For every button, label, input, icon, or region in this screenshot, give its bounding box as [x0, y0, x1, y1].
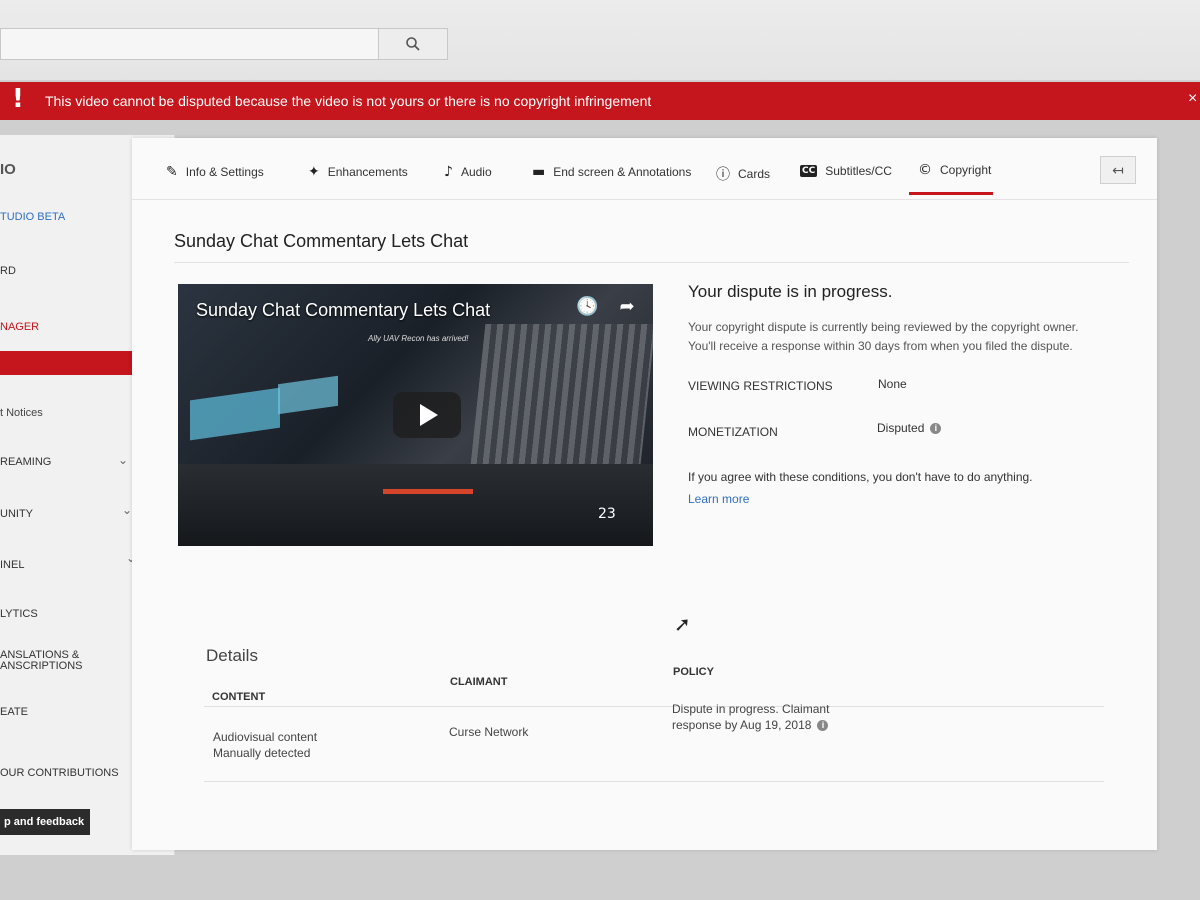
- play-icon: [420, 404, 438, 426]
- dispute-description: Your copyright dispute is currently bein…: [688, 320, 1079, 353]
- top-bar: [0, 0, 1200, 80]
- tab-label: End screen & Annotations: [553, 165, 692, 179]
- close-icon[interactable]: ×: [1188, 90, 1197, 108]
- details-heading: Details: [206, 646, 258, 665]
- main-panel: ✎ Info & Settings ✦ Enhancements ♪ Audio…: [132, 138, 1157, 850]
- tab-cards[interactable]: ⓘ Cards: [716, 164, 770, 184]
- content-type: Audiovisual content: [213, 730, 318, 744]
- table-cell-content: Audiovisual content Manually detected: [213, 729, 317, 761]
- player-actions: 🕓 ➦: [576, 296, 638, 318]
- monetization-text: Disputed: [877, 421, 925, 435]
- policy-line: response by Aug 19, 2018 i: [672, 717, 829, 733]
- search-input[interactable]: [0, 28, 380, 60]
- tab-subtitles[interactable]: CC Subtitles/CC: [800, 164, 892, 178]
- agree-text: If you agree with these conditions, you …: [688, 470, 1033, 484]
- column-header-claimant: CLAIMANT: [450, 676, 508, 688]
- player-overlay-text: Ally UAV Recon has arrived!: [368, 334, 469, 343]
- policy-line: Dispute in progress. Claimant: [672, 702, 830, 716]
- tab-audio[interactable]: ♪ Audio: [444, 164, 492, 180]
- end-screen-icon: ▬: [532, 164, 546, 180]
- help-feedback-button[interactable]: p and feedback: [0, 809, 90, 835]
- viewing-restrictions-text: None: [878, 377, 907, 391]
- learn-more-link[interactable]: Learn more: [688, 492, 749, 506]
- table-cell-claimant: Curse Network: [449, 725, 529, 739]
- dispute-heading: Your dispute is in progress.: [688, 282, 893, 301]
- column-header-policy: POLICY: [673, 666, 714, 678]
- divider: [204, 706, 1104, 707]
- video-frame-detail: [470, 324, 653, 464]
- video-frame-detail: [383, 489, 473, 494]
- video-frame-detail: [190, 387, 280, 441]
- video-player[interactable]: Sunday Chat Commentary Lets Chat Ally UA…: [178, 284, 653, 546]
- table-cell-policy: Dispute in progress. Claimant response b…: [672, 701, 829, 733]
- player-title[interactable]: Sunday Chat Commentary Lets Chat: [196, 300, 490, 321]
- policy-date: response by Aug 19, 2018: [672, 718, 812, 732]
- alert-icon: !: [12, 84, 24, 114]
- music-note-icon: ♪: [444, 164, 453, 180]
- play-button[interactable]: [393, 392, 461, 438]
- pencil-icon: ✎: [166, 164, 178, 180]
- hud-counter: 23: [598, 506, 616, 522]
- divider: [174, 262, 1129, 263]
- cc-icon: CC: [800, 165, 818, 177]
- tab-label: Audio: [460, 165, 492, 179]
- share-icon[interactable]: ➦: [616, 296, 638, 318]
- video-frame-detail: [278, 375, 338, 415]
- viewing-restrictions-label: VIEWING RESTRICTIONS: [688, 379, 833, 393]
- chevron-down-icon[interactable]: ⌄: [122, 503, 132, 517]
- viewing-restrictions-value: None: [878, 377, 907, 391]
- back-arrow-icon: ↤: [1112, 161, 1124, 178]
- column-header-content: CONTENT: [212, 691, 266, 703]
- back-button[interactable]: ↤: [1100, 156, 1136, 184]
- info-icon[interactable]: i: [817, 719, 829, 731]
- content-detection: Manually detected: [213, 746, 311, 760]
- tab-copyright[interactable]: © Copyright: [918, 162, 991, 178]
- tab-bar: ✎ Info & Settings ✦ Enhancements ♪ Audio…: [132, 138, 1157, 200]
- clock-icon[interactable]: 🕓: [576, 296, 598, 318]
- page-title: Sunday Chat Commentary Lets Chat: [174, 231, 469, 251]
- mouse-cursor-icon: ➚: [674, 612, 691, 636]
- magic-wand-icon: ✦: [308, 164, 320, 180]
- sidebar-item-active[interactable]: [0, 351, 140, 375]
- tab-label: Copyright: [940, 163, 992, 177]
- active-tab-indicator: [909, 192, 993, 195]
- copyright-icon: ©: [918, 162, 932, 178]
- banner-message: This video cannot be disputed because th…: [45, 93, 652, 109]
- video-frame-detail: [178, 464, 653, 546]
- search-button[interactable]: [378, 28, 448, 60]
- monetization-label: MONETIZATION: [688, 425, 778, 439]
- monetization-value: Disputed i: [877, 421, 942, 435]
- chevron-down-icon[interactable]: ⌄: [118, 453, 128, 467]
- info-icon[interactable]: i: [930, 422, 942, 434]
- tab-label: Subtitles/CC: [825, 164, 892, 178]
- tab-label: Info & Settings: [185, 165, 264, 179]
- tab-end-screen[interactable]: ▬ End screen & Annotations: [532, 164, 691, 180]
- error-banner: ! This video cannot be disputed because …: [0, 82, 1200, 120]
- tab-label: Cards: [738, 167, 771, 181]
- info-icon: ⓘ: [716, 167, 730, 183]
- tab-enhancements[interactable]: ✦ Enhancements: [308, 164, 408, 180]
- search-icon: [406, 37, 420, 51]
- divider: [204, 781, 1104, 782]
- tab-label: Enhancements: [327, 165, 408, 179]
- tab-info-settings[interactable]: ✎ Info & Settings: [166, 164, 264, 180]
